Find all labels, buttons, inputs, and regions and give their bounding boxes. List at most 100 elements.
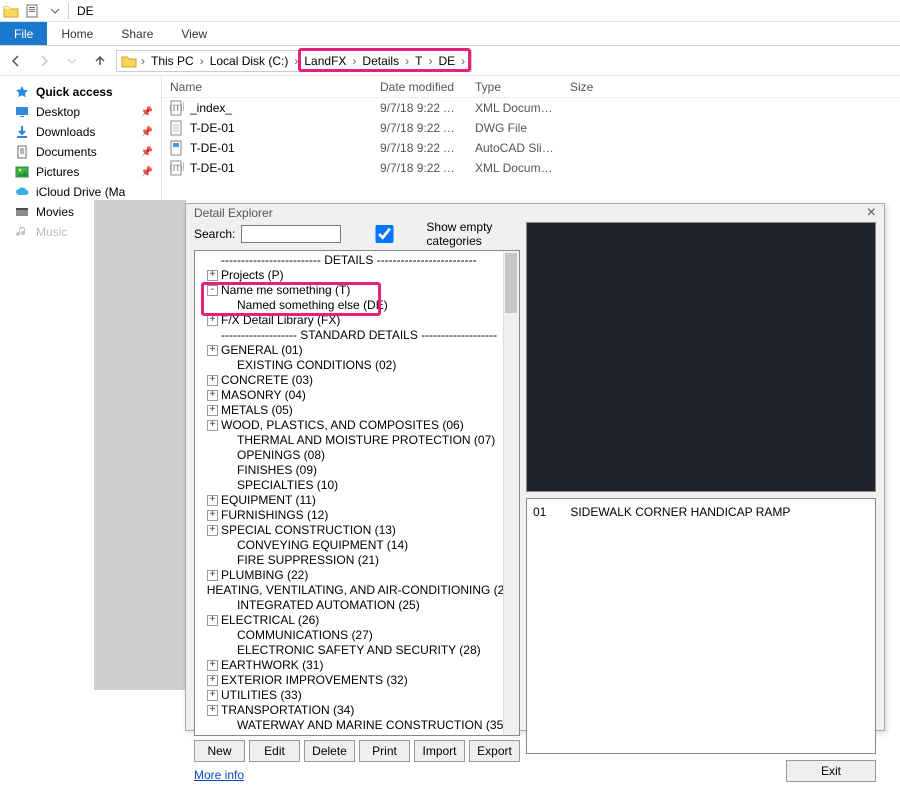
tree-node[interactable]: +MASONRY (04) bbox=[197, 388, 515, 403]
tree-node[interactable]: SPECIALTIES (10) bbox=[197, 478, 515, 493]
tab-share[interactable]: Share bbox=[107, 22, 167, 45]
tree-node[interactable]: FINISHES (09) bbox=[197, 463, 515, 478]
expand-icon[interactable]: + bbox=[207, 615, 218, 626]
column-headers[interactable]: Name Date modified Type Size bbox=[162, 76, 900, 98]
tree-node[interactable]: +WOOD, PLASTICS, AND COMPOSITES (06) bbox=[197, 418, 515, 433]
tree-node[interactable]: +PLUMBING (22) bbox=[197, 568, 515, 583]
nav-desktop[interactable]: Desktop📌 bbox=[0, 102, 161, 122]
tree-node[interactable]: +METALS (05) bbox=[197, 403, 515, 418]
tree-node[interactable]: COMMUNICATIONS (27) bbox=[197, 628, 515, 643]
expand-icon[interactable]: + bbox=[207, 315, 218, 326]
expand-icon[interactable]: + bbox=[207, 405, 218, 416]
breadcrumb-de[interactable]: DE bbox=[436, 54, 457, 68]
chevron-right-icon[interactable]: › bbox=[426, 54, 434, 68]
up-button[interactable] bbox=[88, 49, 112, 73]
expand-icon[interactable]: + bbox=[207, 570, 218, 581]
scrollbar-thumb[interactable] bbox=[505, 253, 517, 313]
tree-node[interactable]: FIRE SUPPRESSION (21) bbox=[197, 553, 515, 568]
details-tree[interactable]: ------------------------- DETAILS ------… bbox=[194, 250, 520, 736]
tree-node[interactable]: +ELECTRICAL (26) bbox=[197, 613, 515, 628]
tree-node[interactable]: +EXTERIOR IMPROVEMENTS (32) bbox=[197, 673, 515, 688]
chevron-right-icon[interactable]: › bbox=[292, 54, 300, 68]
chevron-right-icon[interactable]: › bbox=[403, 54, 411, 68]
tree-node[interactable]: -Name me something (T) bbox=[197, 283, 515, 298]
file-row[interactable]: T-DE-019/7/18 9:22 AMDWG File bbox=[162, 118, 900, 138]
forward-button[interactable] bbox=[32, 49, 56, 73]
tree-node[interactable]: +F/X Detail Library (FX) bbox=[197, 313, 515, 328]
expand-icon[interactable]: + bbox=[207, 495, 218, 506]
tree-node[interactable]: ------------------- STANDARD DETAILS ---… bbox=[197, 328, 515, 343]
breadcrumb-t[interactable]: T bbox=[413, 54, 424, 68]
col-date[interactable]: Date modified bbox=[372, 80, 467, 94]
tree-node[interactable]: +Projects (P) bbox=[197, 268, 515, 283]
search-input[interactable] bbox=[241, 225, 341, 243]
col-size[interactable]: Size bbox=[562, 80, 622, 94]
more-info-link[interactable]: More info bbox=[194, 768, 244, 782]
tree-node[interactable]: EXISTING CONDITIONS (02) bbox=[197, 358, 515, 373]
chevron-right-icon[interactable]: › bbox=[459, 54, 467, 68]
tree-node[interactable]: +EARTHWORK (31) bbox=[197, 658, 515, 673]
col-type[interactable]: Type bbox=[467, 80, 562, 94]
nav-icloud-drive-ma[interactable]: iCloud Drive (Ma bbox=[0, 182, 161, 202]
expand-icon[interactable]: + bbox=[207, 345, 218, 356]
expand-icon[interactable]: + bbox=[207, 390, 218, 401]
expand-icon[interactable]: + bbox=[207, 270, 218, 281]
expand-icon[interactable]: + bbox=[207, 510, 218, 521]
breadcrumb-bar[interactable]: › This PC›Local Disk (C:)›LandFX›Details… bbox=[116, 50, 472, 72]
breadcrumb-landfx[interactable]: LandFX bbox=[302, 54, 348, 68]
expand-icon[interactable]: + bbox=[207, 705, 218, 716]
nav-quick-access[interactable]: Quick access bbox=[0, 82, 161, 102]
expand-icon[interactable]: + bbox=[207, 420, 218, 431]
tree-node[interactable]: ELECTRONIC SAFETY AND SECURITY (28) bbox=[197, 643, 515, 658]
tree-node[interactable]: OPENINGS (08) bbox=[197, 448, 515, 463]
close-icon[interactable]: × bbox=[867, 204, 876, 222]
scrollbar-vertical[interactable] bbox=[503, 251, 519, 735]
nav-downloads[interactable]: Downloads📌 bbox=[0, 122, 161, 142]
tree-node[interactable]: HEATING, VENTILATING, AND AIR-CONDITIONI… bbox=[197, 583, 515, 598]
col-name[interactable]: Name bbox=[162, 80, 372, 94]
edit-button[interactable]: Edit bbox=[249, 740, 300, 762]
breadcrumb-details[interactable]: Details bbox=[360, 54, 401, 68]
tree-node[interactable]: +SPECIAL CONSTRUCTION (13) bbox=[197, 523, 515, 538]
qat-dropdown-icon[interactable] bbox=[44, 0, 66, 22]
chevron-right-icon[interactable]: › bbox=[198, 54, 206, 68]
expand-icon[interactable]: + bbox=[207, 375, 218, 386]
nav-pictures[interactable]: Pictures📌 bbox=[0, 162, 161, 182]
collapse-icon[interactable]: - bbox=[207, 285, 218, 296]
expand-icon[interactable]: + bbox=[207, 675, 218, 686]
description-box[interactable]: 01 SIDEWALK CORNER HANDICAP RAMP bbox=[526, 498, 876, 754]
back-button[interactable] bbox=[4, 49, 28, 73]
tree-node[interactable]: WATERWAY AND MARINE CONSTRUCTION (35) bbox=[197, 718, 515, 733]
expand-icon[interactable]: + bbox=[207, 690, 218, 701]
exit-button[interactable]: Exit bbox=[786, 760, 876, 782]
nav-documents[interactable]: Documents📌 bbox=[0, 142, 161, 162]
show-empty-input[interactable] bbox=[347, 225, 422, 243]
tree-node[interactable]: CONVEYING EQUIPMENT (14) bbox=[197, 538, 515, 553]
print-button[interactable]: Print bbox=[359, 740, 410, 762]
chevron-right-icon[interactable]: › bbox=[139, 54, 147, 68]
tree-node[interactable]: Named something else (DE) bbox=[197, 298, 515, 313]
export-button[interactable]: Export bbox=[469, 740, 520, 762]
tree-node[interactable]: +EQUIPMENT (11) bbox=[197, 493, 515, 508]
delete-button[interactable]: Delete bbox=[304, 740, 355, 762]
tab-file[interactable]: File bbox=[0, 22, 47, 45]
tab-view[interactable]: View bbox=[167, 22, 221, 45]
import-button[interactable]: Import bbox=[414, 740, 465, 762]
expand-icon[interactable]: + bbox=[207, 525, 218, 536]
tree-node[interactable]: THERMAL AND MOISTURE PROTECTION (07) bbox=[197, 433, 515, 448]
breadcrumb-local-disk-c-[interactable]: Local Disk (C:) bbox=[208, 54, 291, 68]
dialog-titlebar[interactable]: Detail Explorer × bbox=[186, 204, 884, 222]
chevron-right-icon[interactable]: › bbox=[350, 54, 358, 68]
tree-node[interactable]: +CONCRETE (03) bbox=[197, 373, 515, 388]
tree-node[interactable]: INTEGRATED AUTOMATION (25) bbox=[197, 598, 515, 613]
tree-node[interactable]: +GENERAL (01) bbox=[197, 343, 515, 358]
file-row[interactable]: xmlT-DE-019/7/18 9:22 AMXML Document bbox=[162, 158, 900, 178]
breadcrumb-this-pc[interactable]: This PC bbox=[149, 54, 196, 68]
properties-icon[interactable] bbox=[22, 0, 44, 22]
expand-icon[interactable]: + bbox=[207, 660, 218, 671]
tree-node[interactable]: +TRANSPORTATION (34) bbox=[197, 703, 515, 718]
file-row[interactable]: T-DE-019/7/18 9:22 AMAutoCAD Slide bbox=[162, 138, 900, 158]
file-row[interactable]: xml_index_9/7/18 9:22 AMXML Document bbox=[162, 98, 900, 118]
tab-home[interactable]: Home bbox=[47, 22, 107, 45]
recent-dropdown[interactable] bbox=[60, 49, 84, 73]
